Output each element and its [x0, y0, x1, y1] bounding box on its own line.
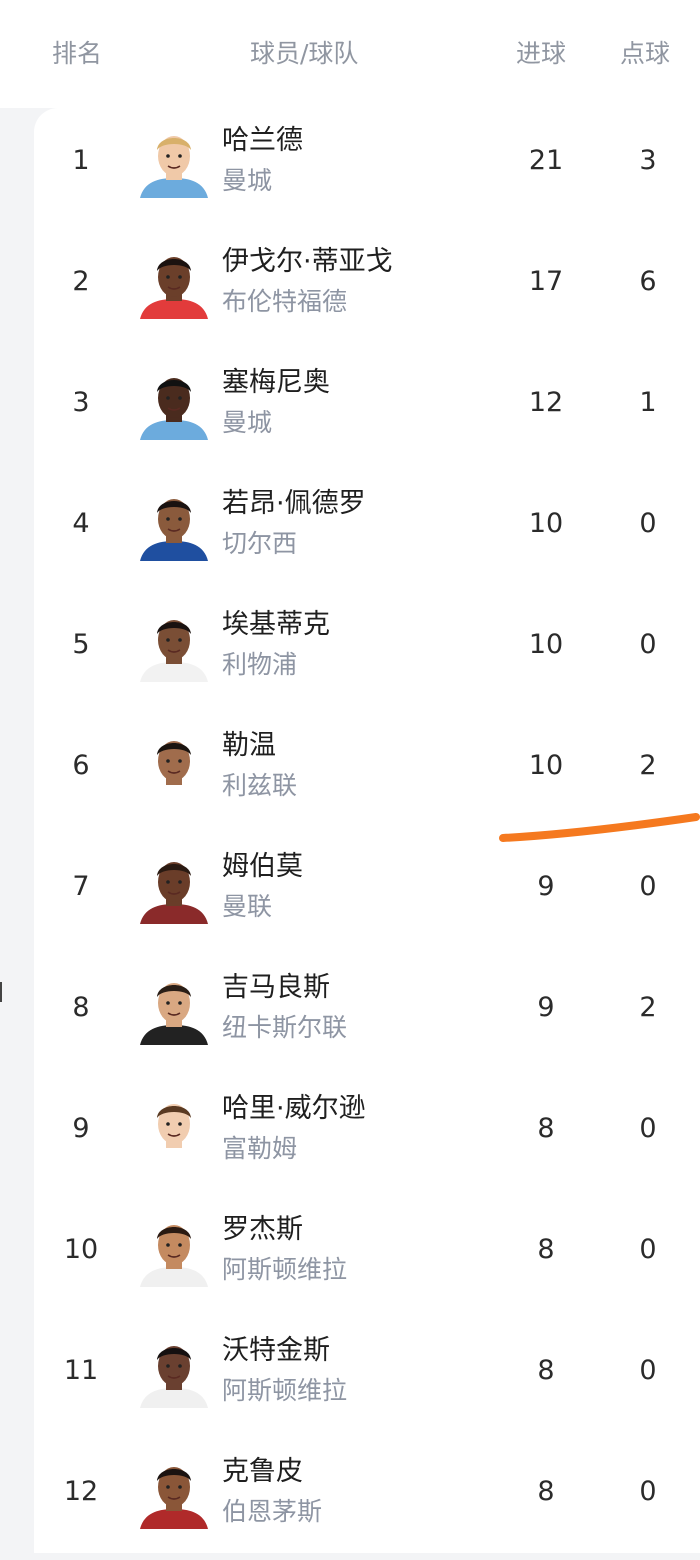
table-row[interactable]: 11 沃特金斯阿斯顿维拉 8 0 [0, 1312, 700, 1433]
penalties-value: 0 [639, 1476, 657, 1507]
player-avatar [138, 1336, 210, 1408]
rank-column-header: 排名 [52, 39, 103, 68]
penalties-value: 0 [639, 629, 657, 660]
team-name[interactable]: 曼城 [222, 164, 272, 198]
goals-value: 8 [537, 1476, 555, 1507]
team-name[interactable]: 曼联 [222, 890, 272, 924]
player-avatar [138, 731, 210, 803]
scorers-list: 1 哈兰德 曼城 21 3 2 伊戈尔·蒂亚戈 布伦特福德 17 6 3 塞梅尼奥 曼城 12 1 4 若昂·佩… [0, 102, 700, 1554]
table-row[interactable]: 9 哈里·威尔逊 富勒姆 8 0 [0, 1070, 700, 1191]
player-name[interactable]: 若昂·佩德罗 [222, 486, 366, 522]
player-name[interactable]: 哈里·威尔逊 [222, 1091, 366, 1127]
player-name[interactable]: 吉马良斯 [222, 970, 330, 1006]
goals-value: 17 [528, 266, 564, 297]
rank-number: 12 [63, 1476, 99, 1507]
player-name[interactable]: 勒温 [222, 728, 276, 764]
goals-column-header[interactable]: 进球 [516, 38, 566, 70]
rank-number: 3 [72, 387, 90, 418]
penalties-value: 0 [639, 871, 657, 902]
table-row[interactable]: 2 伊戈尔·蒂亚戈 布伦特福德 17 6 [0, 223, 700, 344]
team-name[interactable]: 利兹联 [222, 769, 297, 803]
penalties-value: 0 [639, 1234, 657, 1265]
team-name[interactable]: 伯恩茅斯 [222, 1495, 322, 1529]
player-name[interactable]: 姆伯莫 [222, 849, 303, 885]
player-name[interactable]: 沃特金斯 [222, 1333, 330, 1369]
rank-number: 5 [72, 629, 90, 660]
player-column-header: 球员/球队 [250, 39, 359, 68]
team-name[interactable]: 纽卡斯尔联 [222, 1011, 347, 1045]
team-name[interactable]: 切尔西 [222, 527, 297, 561]
goals-value: 9 [537, 871, 555, 902]
rank-number: 2 [72, 266, 90, 297]
table-row[interactable]: 10 罗杰斯阿斯顿维拉 8 0 [0, 1191, 700, 1312]
team-name[interactable]: 曼城 [222, 406, 272, 440]
penalties-value: 2 [639, 992, 657, 1023]
penalties-value: 2 [639, 750, 657, 781]
goals-value: 8 [537, 1113, 555, 1144]
goals-value: 21 [528, 145, 564, 176]
team-name[interactable]: 利物浦 [222, 648, 297, 682]
table-row[interactable]: 3 塞梅尼奥曼城 12 1 [0, 344, 700, 465]
player-avatar [138, 852, 210, 924]
penalties-value: 3 [639, 145, 657, 176]
player-name[interactable]: 克鲁皮 [222, 1454, 303, 1490]
penalties-value: 6 [639, 266, 657, 297]
goals-value: 10 [528, 629, 564, 660]
player-avatar [138, 973, 210, 1045]
table-row[interactable]: 4 若昂·佩德罗 切尔西 10 0 [0, 465, 700, 586]
player-name[interactable]: 罗杰斯 [222, 1212, 303, 1248]
team-name[interactable]: 富勒姆 [222, 1132, 297, 1166]
rank-number: 1 [72, 145, 90, 176]
rank-number: 7 [72, 871, 90, 902]
penalties-value: 0 [639, 1355, 657, 1386]
scorers-page: 排名 球员/球队 进球 点球 1 哈兰德 曼城 21 3 2 伊戈尔·蒂亚戈 布伦特福德 17 6… [0, 0, 700, 1560]
rank-number: 11 [63, 1355, 99, 1386]
penalties-column-header[interactable]: 点球 [620, 38, 670, 70]
team-name[interactable]: 阿斯顿维拉 [222, 1253, 347, 1287]
player-avatar [138, 1457, 210, 1529]
team-name[interactable]: 阿斯顿维拉 [222, 1374, 347, 1408]
player-avatar [138, 126, 210, 198]
goals-value: 8 [537, 1234, 555, 1265]
rank-number: 8 [72, 992, 90, 1023]
goals-value: 10 [528, 508, 564, 539]
player-name[interactable]: 埃基蒂克 [222, 607, 330, 643]
player-avatar [138, 1215, 210, 1287]
table-row[interactable]: 7 姆伯莫曼联 9 0 [0, 828, 700, 949]
penalties-value: 0 [639, 508, 657, 539]
player-name[interactable]: 哈兰德 [222, 123, 303, 159]
team-name[interactable]: 布伦特福德 [222, 285, 347, 319]
table-row[interactable]: 12 克鲁皮伯恩茅斯 8 0 [0, 1433, 700, 1554]
table-row[interactable]: 8 吉马良斯纽卡斯尔联 9 2 [0, 949, 700, 1070]
goals-value: 10 [528, 750, 564, 781]
player-name[interactable]: 塞梅尼奥 [222, 365, 330, 401]
player-name[interactable]: 伊戈尔·蒂亚戈 [222, 244, 393, 280]
player-avatar [138, 368, 210, 440]
penalties-value: 1 [639, 387, 657, 418]
table-row[interactable]: 1 哈兰德曼城 21 3 [0, 102, 700, 223]
goals-value: 12 [528, 387, 564, 418]
goals-value: 9 [537, 992, 555, 1023]
rank-number: 6 [72, 750, 90, 781]
table-row[interactable]: 6 勒温利兹联 10 2 [0, 707, 700, 828]
table-row[interactable]: 5 埃基蒂克利物浦 10 0 [0, 586, 700, 707]
player-avatar [138, 610, 210, 682]
rank-number: 9 [72, 1113, 90, 1144]
rank-number: 4 [72, 508, 90, 539]
player-avatar [138, 1094, 210, 1166]
penalties-value: 0 [639, 1113, 657, 1144]
goals-value: 8 [537, 1355, 555, 1386]
player-avatar [138, 489, 210, 561]
player-avatar [138, 247, 210, 319]
rank-number: 10 [63, 1234, 99, 1265]
table-header: 排名 球员/球队 进球 点球 [0, 0, 700, 108]
